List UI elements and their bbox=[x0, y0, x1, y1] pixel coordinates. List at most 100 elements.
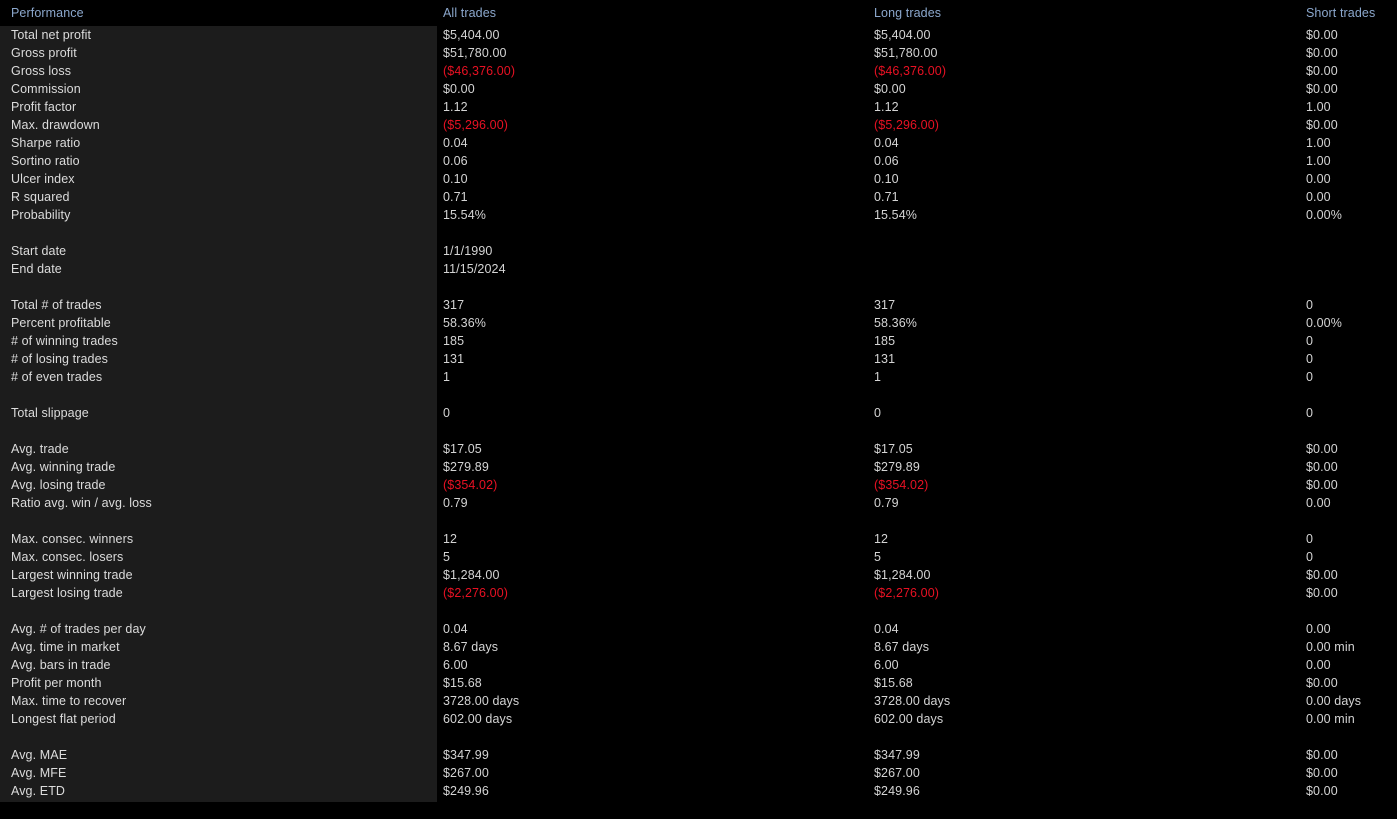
metric-label: Largest winning trade bbox=[11, 568, 133, 582]
table-row[interactable]: Avg. MFE $267.00 $267.00 $0.00 bbox=[0, 764, 1397, 782]
table-row[interactable]: Avg. time in market 8.67 days 8.67 days 0.0… bbox=[0, 638, 1397, 656]
metric-value-all: 602.00 days bbox=[443, 712, 513, 726]
metric-label: Avg. winning trade bbox=[11, 460, 116, 474]
metric-value-short: $0.00 bbox=[1306, 442, 1338, 456]
table-row[interactable]: Avg. bars in trade 6.00 6.00 0.00 bbox=[0, 656, 1397, 674]
metric-value-long: 317 bbox=[874, 298, 896, 312]
metric-value-short: 0.00 bbox=[1306, 172, 1331, 186]
metric-value-all: $267.00 bbox=[443, 766, 489, 780]
metric-value-short: $0.00 bbox=[1306, 748, 1338, 762]
table-row[interactable]: Total net profit $5,404.00 $5,404.00 $0.00 bbox=[0, 26, 1397, 44]
metric-label: Avg. MAE bbox=[11, 748, 68, 762]
table-row[interactable]: Max. consec. winners 12 12 0 bbox=[0, 530, 1397, 548]
metric-value-short: $0.00 bbox=[1306, 676, 1338, 690]
metric-value-short: $0.00 bbox=[1306, 478, 1338, 492]
metric-value-short: 0.00 days bbox=[1306, 694, 1362, 708]
metric-label: Commission bbox=[11, 82, 81, 96]
table-row[interactable]: Probability 15.54% 15.54% 0.00% bbox=[0, 206, 1397, 224]
metric-label: Sortino ratio bbox=[11, 154, 80, 168]
performance-table: Performance All trades Long trades Short… bbox=[0, 0, 1397, 800]
table-row[interactable]: # of winning trades 185 185 0 bbox=[0, 332, 1397, 350]
table-spacer-row bbox=[0, 512, 1397, 530]
table-row[interactable]: Max. drawdown ($5,296.00) ($5,296.00) $0.00 bbox=[0, 116, 1397, 134]
metric-value-all: 131 bbox=[443, 352, 465, 366]
metric-value-long: $0.00 bbox=[874, 82, 906, 96]
metric-value-long: 8.67 days bbox=[874, 640, 930, 654]
metric-value-all: $0.00 bbox=[443, 82, 475, 96]
metric-value-short: $0.00 bbox=[1306, 586, 1338, 600]
table-row[interactable]: End date 11/15/2024 bbox=[0, 260, 1397, 278]
table-row[interactable]: R squared 0.71 0.71 0.00 bbox=[0, 188, 1397, 206]
metric-value-short: 0.00% bbox=[1306, 208, 1342, 222]
metric-value-long: $267.00 bbox=[874, 766, 920, 780]
metric-value-long: 58.36% bbox=[874, 316, 917, 330]
metric-label: Start date bbox=[11, 244, 67, 258]
metric-value-long: 1 bbox=[874, 370, 882, 384]
table-row[interactable]: Percent profitable 58.36% 58.36% 0.00% bbox=[0, 314, 1397, 332]
table-row[interactable]: # of even trades 1 1 0 bbox=[0, 368, 1397, 386]
metric-value-short: $0.00 bbox=[1306, 118, 1338, 132]
metric-value-all: 11/15/2024 bbox=[443, 262, 506, 276]
table-row[interactable]: Gross loss ($46,376.00) ($46,376.00) $0.00 bbox=[0, 62, 1397, 80]
metric-label: Avg. ETD bbox=[11, 784, 66, 798]
table-row[interactable]: Sortino ratio 0.06 0.06 1.00 bbox=[0, 152, 1397, 170]
table-row[interactable]: Largest losing trade ($2,276.00) ($2,276.0… bbox=[0, 584, 1397, 602]
table-row[interactable]: Avg. losing trade ($354.02) ($354.02) $0.00 bbox=[0, 476, 1397, 494]
metric-value-short: 0 bbox=[1306, 550, 1314, 564]
metric-value-long: 1.12 bbox=[874, 100, 899, 114]
metric-value-all: 15.54% bbox=[443, 208, 486, 222]
table-row[interactable]: Avg. # of trades per day 0.04 0.04 0.00 bbox=[0, 620, 1397, 638]
metric-value-long: 185 bbox=[874, 334, 896, 348]
metric-value-long: 602.00 days bbox=[874, 712, 944, 726]
metric-value-long: 15.54% bbox=[874, 208, 917, 222]
table-row[interactable]: Gross profit $51,780.00 $51,780.00 $0.00 bbox=[0, 44, 1397, 62]
table-row[interactable]: Start date 1/1/1990 bbox=[0, 242, 1397, 260]
metric-label: Max. drawdown bbox=[11, 118, 100, 132]
metric-value-all: 0.06 bbox=[443, 154, 468, 168]
table-row[interactable]: Total # of trades 317 317 0 bbox=[0, 296, 1397, 314]
table-spacer-row bbox=[0, 422, 1397, 440]
table-row[interactable]: Avg. winning trade $279.89 $279.89 $0.00 bbox=[0, 458, 1397, 476]
table-row[interactable]: Ulcer index 0.10 0.10 0.00 bbox=[0, 170, 1397, 188]
column-header-performance: Performance bbox=[11, 6, 84, 20]
table-row[interactable]: Ratio avg. win / avg. loss 0.79 0.79 0.00 bbox=[0, 494, 1397, 512]
table-row[interactable]: Sharpe ratio 0.04 0.04 1.00 bbox=[0, 134, 1397, 152]
metric-value-short: 1.00 bbox=[1306, 154, 1331, 168]
metric-value-short: $0.00 bbox=[1306, 460, 1338, 474]
metric-value-all: 6.00 bbox=[443, 658, 468, 672]
metric-label: # of even trades bbox=[11, 370, 103, 384]
table-spacer-row bbox=[0, 224, 1397, 242]
table-row[interactable]: Avg. ETD $249.96 $249.96 $0.00 bbox=[0, 782, 1397, 800]
metric-value-long: 0.04 bbox=[874, 136, 899, 150]
metric-value-short: 0.00 bbox=[1306, 190, 1331, 204]
table-row[interactable]: Max. consec. losers 5 5 0 bbox=[0, 548, 1397, 566]
table-spacer-row bbox=[0, 278, 1397, 296]
metric-value-long: $17.05 bbox=[874, 442, 913, 456]
metric-label: Total slippage bbox=[11, 406, 89, 420]
table-row[interactable]: Total slippage 0 0 0 bbox=[0, 404, 1397, 422]
table-row[interactable]: Profit factor 1.12 1.12 1.00 bbox=[0, 98, 1397, 116]
metric-value-long: 0.79 bbox=[874, 496, 899, 510]
metric-value-short: 0 bbox=[1306, 298, 1314, 312]
table-row[interactable]: Profit per month $15.68 $15.68 $0.00 bbox=[0, 674, 1397, 692]
table-row[interactable]: Avg. MAE $347.99 $347.99 $0.00 bbox=[0, 746, 1397, 764]
metric-label: R squared bbox=[11, 190, 70, 204]
table-row[interactable]: Longest flat period 602.00 days 602.00 day… bbox=[0, 710, 1397, 728]
column-header-all-trades: All trades bbox=[443, 6, 497, 20]
metric-value-short: $0.00 bbox=[1306, 46, 1338, 60]
table-row[interactable]: Max. time to recover 3728.00 days 3728.00 … bbox=[0, 692, 1397, 710]
metric-value-all: ($46,376.00) bbox=[443, 64, 516, 78]
metric-value-short: 1.00 bbox=[1306, 100, 1331, 114]
table-row[interactable]: Avg. trade $17.05 $17.05 $0.00 bbox=[0, 440, 1397, 458]
table-row[interactable]: # of losing trades 131 131 0 bbox=[0, 350, 1397, 368]
metric-value-long: 0.06 bbox=[874, 154, 899, 168]
metric-value-all: $17.05 bbox=[443, 442, 482, 456]
metric-value-short: $0.00 bbox=[1306, 28, 1338, 42]
table-row[interactable]: Commission $0.00 $0.00 $0.00 bbox=[0, 80, 1397, 98]
metric-label: Total net profit bbox=[11, 28, 92, 42]
table-row[interactable]: Largest winning trade $1,284.00 $1,284.00 $… bbox=[0, 566, 1397, 584]
metric-value-all: 1 bbox=[443, 370, 451, 384]
metric-value-short: 0.00 bbox=[1306, 658, 1331, 672]
metric-value-short: 1.00 bbox=[1306, 136, 1331, 150]
metric-label: # of losing trades bbox=[11, 352, 108, 366]
